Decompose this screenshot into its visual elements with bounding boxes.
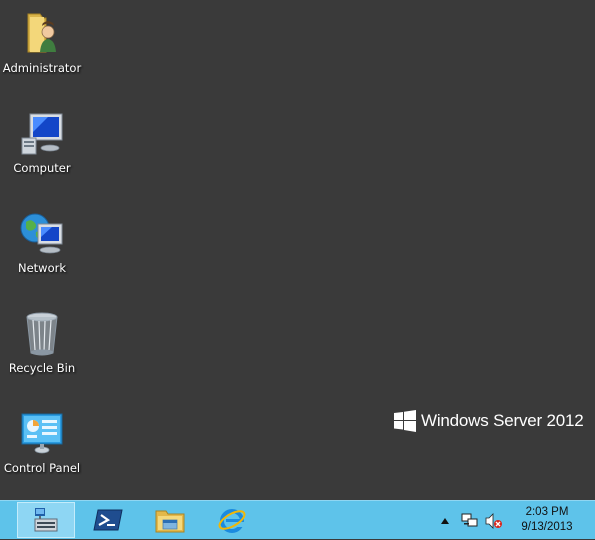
tray-overflow-button[interactable] <box>440 501 452 540</box>
desktop-icon-label: Control Panel <box>3 461 81 475</box>
desktop-icon-label: Network <box>17 261 67 275</box>
tray-network-button[interactable] <box>461 501 481 540</box>
server-manager-icon <box>34 508 58 532</box>
taskbar-button-server-manager[interactable] <box>17 502 75 538</box>
taskbar-button-powershell[interactable] <box>79 502 137 538</box>
file-explorer-icon <box>155 510 185 533</box>
tray-volume-button[interactable] <box>485 501 505 540</box>
desktop: Administrator Computer Network Recycle B… <box>0 0 595 500</box>
desktop-icon-control-panel[interactable]: Control Panel <box>2 404 82 488</box>
branding-text: Windows Server 2012 <box>421 411 584 430</box>
windows-logo-icon <box>394 410 416 432</box>
desktop-icon-label: Computer <box>13 161 71 175</box>
clock-time: 2:03 PM <box>525 506 569 518</box>
control-panel-icon <box>21 413 63 454</box>
desktop-icon-computer[interactable]: Computer <box>2 104 82 188</box>
desktop-icon-recycle-bin[interactable]: Recycle Bin <box>2 304 82 388</box>
taskbar-button-file-explorer[interactable] <box>141 502 199 538</box>
recycle-bin-icon <box>26 312 58 356</box>
clock-date: 9/13/2013 <box>521 521 573 533</box>
desktop-icon-administrator[interactable]: Administrator <box>2 4 82 88</box>
windows-server-branding: Windows Server 2012 <box>394 408 584 434</box>
powershell-icon <box>93 509 123 531</box>
desktop-icon-network[interactable]: Network <box>2 204 82 288</box>
taskbar-button-internet-explorer[interactable] <box>203 502 261 538</box>
desktop-icon-label: Administrator <box>2 61 82 75</box>
chevron-up-icon <box>441 517 449 524</box>
desktop-icon-label: Recycle Bin <box>8 361 76 375</box>
internet-explorer-icon <box>218 509 246 533</box>
volume-muted-icon <box>485 512 502 529</box>
user-folder-icon <box>27 13 56 53</box>
network-status-icon <box>461 513 478 526</box>
taskbar: 2:03 PM 9/13/2013 <box>0 500 595 539</box>
computer-icon <box>21 113 63 155</box>
taskbar-clock[interactable]: 2:03 PM 9/13/2013 <box>508 505 586 535</box>
network-globe-icon <box>20 213 63 254</box>
